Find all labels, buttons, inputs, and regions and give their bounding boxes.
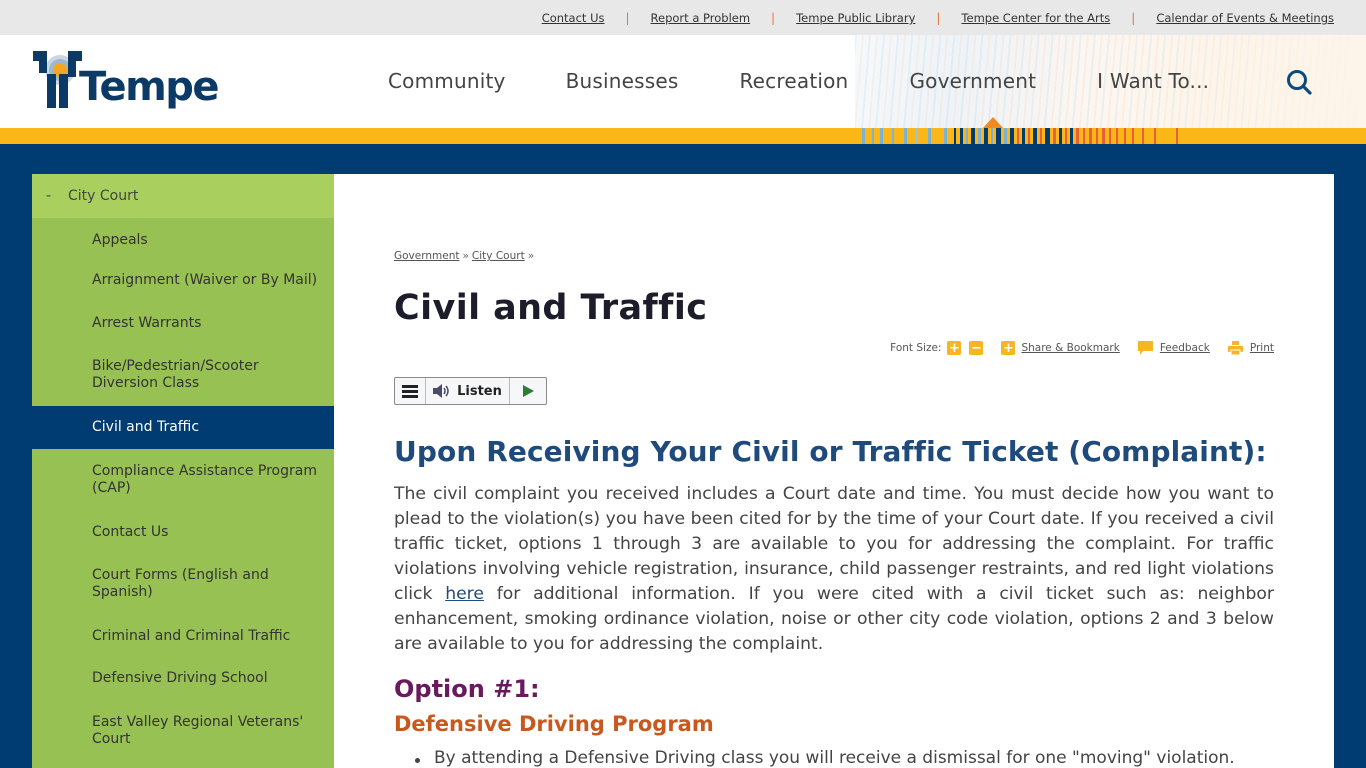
sidebar-parent-city-court[interactable]: - City Court <box>32 174 334 218</box>
share-plus-icon: + <box>1001 340 1016 356</box>
sidebar-item-label: Criminal and Criminal Traffic <box>92 627 291 644</box>
separator: | <box>771 11 776 25</box>
breadcrumb-government[interactable]: Government <box>394 250 459 262</box>
print-tool: Print <box>1227 341 1274 355</box>
bullet-item: By attending a Defensive Driving class y… <box>394 748 1294 768</box>
main-nav: Community Businesses Recreation Governme… <box>388 69 1270 93</box>
option-heading: Option #1: <box>394 675 540 703</box>
sidebar-item-label: Arrest Warrants <box>92 314 202 331</box>
utility-link-calendar[interactable]: Calendar of Events & Meetings <box>1156 11 1334 25</box>
color-stripe <box>0 128 1366 144</box>
active-nav-indicator <box>983 117 1003 128</box>
sidebar-item-contact-us[interactable]: Contact Us <box>32 511 334 553</box>
utility-link-contact-us[interactable]: Contact Us <box>542 11 605 25</box>
breadcrumb-separator: » <box>462 250 469 262</box>
feedback-tool: Feedback <box>1137 341 1210 355</box>
breadcrumb-separator: » <box>527 250 535 262</box>
sidebar-item-defensive-driving[interactable]: Defensive Driving School <box>32 657 334 700</box>
site-header: Tempe Community Businesses Recreation Go… <box>0 35 1366 128</box>
sidebar-item-arraignment[interactable]: Arraignment (Waiver or By Mail) <box>32 259 334 302</box>
sidebar-item-label: Court Forms (English and Spanish) <box>92 567 269 600</box>
here-link[interactable]: here <box>445 584 484 604</box>
sidebar-item-label: Compliance Assistance Program (CAP) <box>92 463 317 496</box>
logo-text: Tempe <box>79 64 220 110</box>
program-heading: Defensive Driving Program <box>394 712 714 736</box>
sidebar-item-label: East Valley Regional Veterans' Court <box>92 714 304 747</box>
menu-icon <box>402 384 418 398</box>
sidebar-item-arrest-warrants[interactable]: Arrest Warrants <box>32 302 334 344</box>
section-heading: Upon Receiving Your Civil or Traffic Tic… <box>394 435 1267 468</box>
utility-bar: Contact Us | Report a Problem | Tempe Pu… <box>0 0 1366 35</box>
font-size-label: Font Size: <box>890 342 942 354</box>
play-button[interactable] <box>510 378 546 404</box>
sidebar-parent-label: City Court <box>68 188 139 204</box>
collapse-icon[interactable]: - <box>46 188 68 204</box>
page-tools: Font Size: + − + Share & Bookmark Feedba… <box>890 341 1274 355</box>
sidebar-item-court-forms[interactable]: Court Forms (English and Spanish) <box>32 553 334 615</box>
utility-link-report-problem[interactable]: Report a Problem <box>651 11 751 25</box>
main-content: Government» City Court» Civil and Traffic… <box>334 174 1334 768</box>
nav-community[interactable]: Community <box>388 69 506 93</box>
separator: | <box>1131 11 1136 25</box>
sidebar-item-label: Appeals <box>92 232 148 248</box>
breadcrumb-city-court[interactable]: City Court <box>472 250 525 262</box>
sidebar-item-cap[interactable]: Compliance Assistance Program (CAP) <box>32 449 334 511</box>
print-icon <box>1227 341 1243 355</box>
feedback-icon <box>1137 341 1153 355</box>
sidebar-item-civil-traffic[interactable]: Civil and Traffic <box>32 406 334 449</box>
sidebar-item-label: Bike/Pedestrian/Scooter Diversion Class <box>92 358 259 391</box>
share-bookmark-link[interactable]: Share & Bookmark <box>1021 342 1119 354</box>
utility-links: Contact Us | Report a Problem | Tempe Pu… <box>542 11 1334 25</box>
share-bookmark-tool: + Share & Bookmark <box>1001 340 1120 356</box>
font-increase-button[interactable]: + <box>947 341 962 355</box>
font-decrease-button[interactable]: − <box>969 341 984 355</box>
sidebar-item-appeals[interactable]: Appeals <box>32 218 334 259</box>
listen-button[interactable]: Listen <box>426 378 510 404</box>
print-link[interactable]: Print <box>1250 342 1274 354</box>
option-bullets: By attending a Defensive Driving class y… <box>394 748 1294 768</box>
readspeaker-player: Listen <box>394 377 547 405</box>
nav-recreation[interactable]: Recreation <box>739 69 848 93</box>
sidebar-item-veterans-court[interactable]: East Valley Regional Veterans' Court <box>32 700 334 762</box>
sidebar-item-label: Defensive Driving School <box>92 670 268 686</box>
intro-text-after: for additional information. If you were … <box>394 584 1274 654</box>
page-title: Civil and Traffic <box>394 288 708 328</box>
sidebar-item-criminal-traffic[interactable]: Criminal and Criminal Traffic <box>32 615 334 657</box>
search-button[interactable] <box>1285 68 1313 96</box>
readspeaker-menu-button[interactable] <box>395 378 426 404</box>
sidebar-item-bike-diversion[interactable]: Bike/Pedestrian/Scooter Diversion Class <box>32 344 334 406</box>
utility-link-library[interactable]: Tempe Public Library <box>796 11 915 25</box>
nav-government[interactable]: Government <box>909 69 1036 93</box>
nav-businesses[interactable]: Businesses <box>566 69 679 93</box>
sidebar-nav: - City Court Appeals Arraignment (Waiver… <box>32 174 334 768</box>
nav-i-want-to[interactable]: I Want To... <box>1097 69 1209 93</box>
sidebar-item-label: Arraignment (Waiver or By Mail) <box>92 272 318 288</box>
tempe-logo[interactable]: Tempe <box>33 48 223 114</box>
sidebar-item-label: Civil and Traffic <box>92 419 200 435</box>
separator: | <box>936 11 941 25</box>
speaker-icon <box>433 384 449 398</box>
play-icon <box>522 385 534 397</box>
tempe-logo-icon <box>33 51 82 108</box>
utility-link-center-arts[interactable]: Tempe Center for the Arts <box>961 11 1110 25</box>
search-icon <box>1287 70 1312 95</box>
stripe-decorative-art <box>862 128 1178 144</box>
listen-label: Listen <box>457 383 502 399</box>
feedback-link[interactable]: Feedback <box>1160 342 1210 354</box>
sidebar-item-label: Contact Us <box>92 523 169 540</box>
separator: | <box>625 11 630 25</box>
breadcrumb: Government» City Court» <box>394 250 537 262</box>
intro-paragraph: The civil complaint you received include… <box>394 482 1274 657</box>
